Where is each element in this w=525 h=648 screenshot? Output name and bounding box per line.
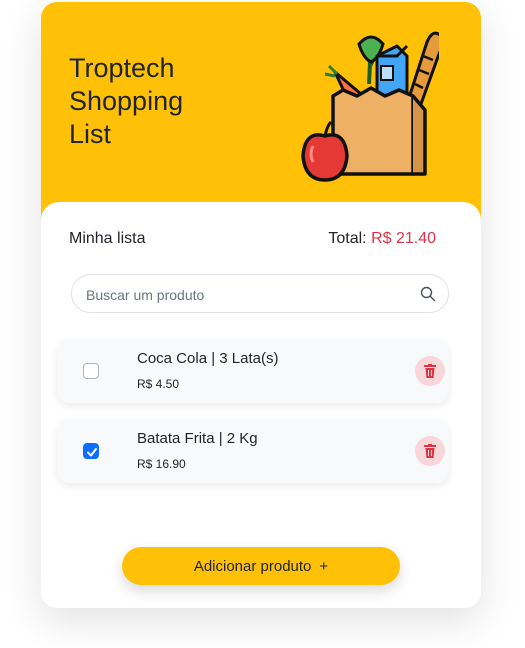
add-product-button[interactable]: Adicionar produto +: [122, 547, 400, 585]
item-price: R$ 4.50: [137, 377, 180, 391]
item-name: Coca Cola | 3 Lata(s): [137, 350, 279, 367]
item-price: R$ 16.90: [137, 457, 186, 471]
app-title: Troptech Shopping List: [69, 53, 184, 149]
list-item: Batata Frita | 2 Kg R$ 16.90: [57, 419, 449, 483]
checkmark-icon: [87, 448, 97, 457]
list-title: Minha lista: [69, 230, 146, 247]
total-value: R$ 21.40: [371, 230, 436, 247]
search-icon[interactable]: [420, 286, 436, 302]
item-checkbox[interactable]: [83, 363, 99, 379]
header-banner: Troptech Shopping List: [41, 2, 481, 232]
delete-button[interactable]: [415, 436, 445, 466]
add-product-label: Adicionar produto: [193, 558, 312, 575]
total-summary: Total: R$ 21.40: [328, 230, 436, 248]
item-name: Batata Frita | 2 Kg: [137, 430, 258, 447]
search-box: [71, 274, 449, 313]
plus-icon: +: [319, 558, 329, 575]
grocery-bag-icon: [301, 31, 439, 182]
trash-icon: [424, 444, 436, 458]
delete-button[interactable]: [415, 356, 445, 386]
item-checkbox[interactable]: [83, 443, 99, 459]
shopping-list-card: Troptech Shopping List Minha lista Total…: [41, 2, 481, 608]
total-label: Total:: [328, 230, 367, 247]
trash-icon: [424, 364, 436, 378]
list-panel: Minha lista Total: R$ 21.40 Coca Cola | …: [41, 202, 481, 608]
search-input[interactable]: [84, 283, 408, 307]
list-item: Coca Cola | 3 Lata(s) R$ 4.50: [57, 339, 449, 403]
